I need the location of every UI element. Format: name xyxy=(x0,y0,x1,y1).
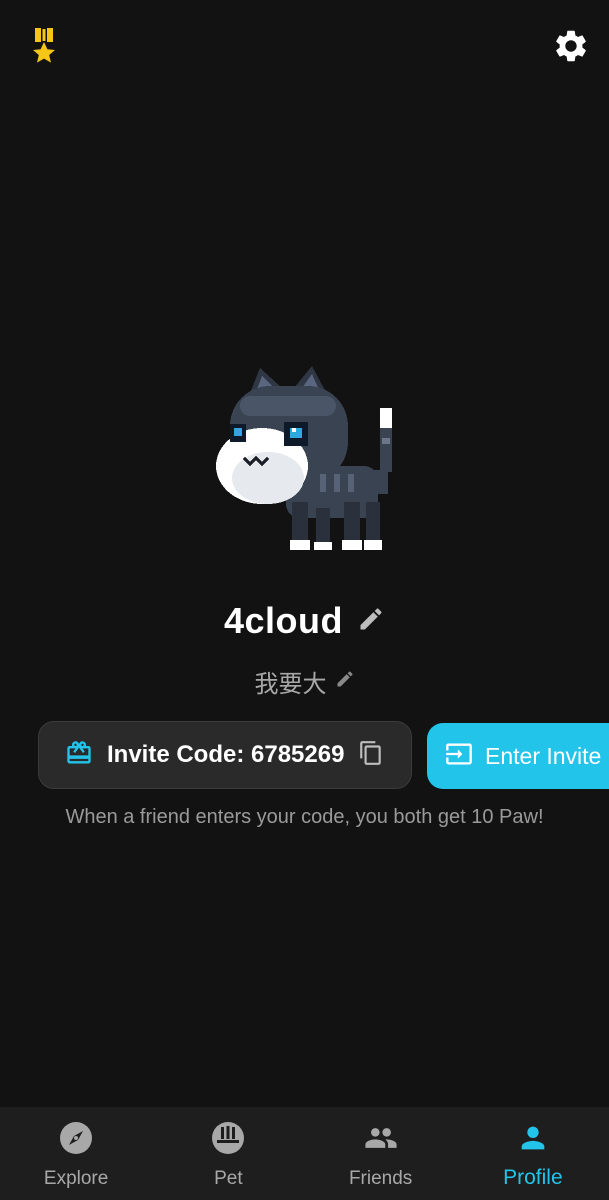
invite-code-label: Invite Code: 6785269 xyxy=(107,741,345,768)
bottom-navigation: Explore Pet Friends Profile xyxy=(0,1107,609,1200)
enter-code-icon xyxy=(445,740,473,773)
pet-icon xyxy=(211,1121,245,1160)
invite-hint-text: When a friend enters your code, you both… xyxy=(65,806,544,828)
nav-friends-label: Friends xyxy=(348,1168,413,1189)
enter-invite-button[interactable]: Enter Invite xyxy=(427,723,609,789)
pet-cat-image xyxy=(208,362,402,556)
username-row: 4cloud xyxy=(0,596,609,646)
nav-pet-label: Pet xyxy=(214,1168,243,1189)
medal-icon[interactable] xyxy=(28,26,60,64)
compass-icon xyxy=(59,1121,93,1160)
enter-invite-label: Enter Invite xyxy=(485,742,602,769)
person-icon xyxy=(516,1121,550,1160)
nav-friends[interactable]: Friends xyxy=(305,1107,457,1200)
settings-gear-icon[interactable] xyxy=(552,27,590,65)
nav-explore-label: Explore xyxy=(43,1168,109,1189)
nav-pet[interactable]: Pet xyxy=(152,1107,304,1200)
friends-icon xyxy=(362,1121,400,1160)
copy-icon[interactable] xyxy=(358,740,384,771)
nav-profile[interactable]: Profile xyxy=(457,1107,609,1200)
nav-explore[interactable]: Explore xyxy=(0,1107,152,1200)
bio-row: 我要大 xyxy=(0,662,609,700)
invite-code-box[interactable]: Invite Code: 6785269 xyxy=(38,721,412,789)
edit-username-pencil-icon[interactable] xyxy=(357,605,385,638)
username: 4cloud xyxy=(223,600,343,641)
gift-icon xyxy=(65,739,93,772)
user-bio: 我要大 xyxy=(254,669,327,698)
nav-profile-label: Profile xyxy=(503,1166,563,1189)
edit-bio-pencil-icon[interactable] xyxy=(335,669,355,694)
